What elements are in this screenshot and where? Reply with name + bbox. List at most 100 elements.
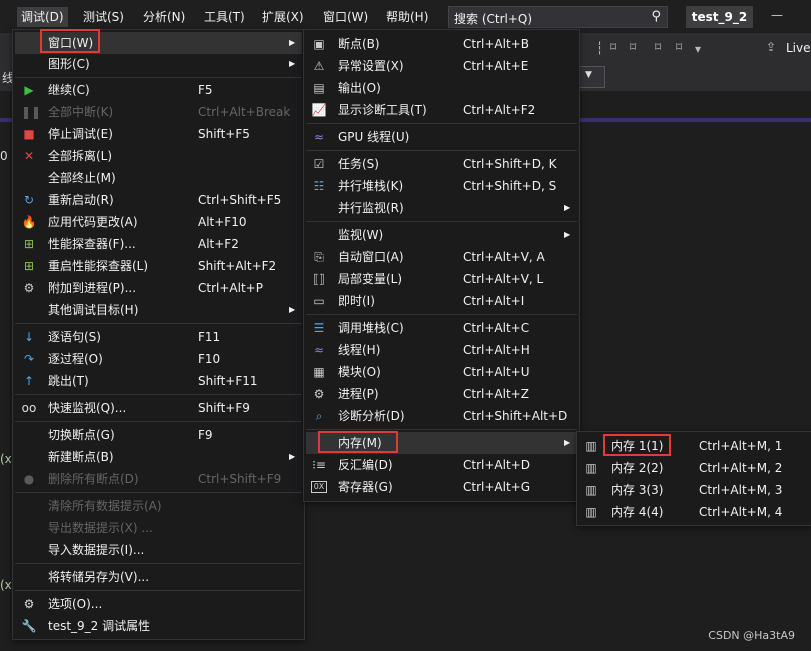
menu-item-debug-properties[interactable]: 🔧 test_9_2 调试属性: [15, 615, 302, 637]
gear-icon: ⚙: [23, 597, 35, 611]
menu-item-delete-breakpoints[interactable]: ● 删除所有断点(D) Ctrl+Shift+F9: [15, 468, 302, 490]
menu-item-memory-3[interactable]: ▥ 内存 3(3) Ctrl+Alt+M, 3: [579, 479, 810, 501]
menu-item-label: 并行堆栈(K): [338, 179, 404, 193]
bookmark-clear-icon[interactable]: ⌑: [676, 40, 682, 54]
menu-item-options[interactable]: ⚙ 选项(O)...: [15, 593, 302, 615]
menu-item-step-into[interactable]: ↓ 逐语句(S) F11: [15, 326, 302, 348]
menu-item-break-all[interactable]: ❚❚ 全部中断(K) Ctrl+Alt+Break: [15, 101, 302, 123]
menu-item-shortcut: Ctrl+Alt+U: [463, 365, 530, 379]
menu-item-detach-all[interactable]: ✕ 全部拆离(L): [15, 145, 302, 167]
breakpoints-window-icon: ▣: [313, 37, 325, 51]
disassembly-icon: ⁝≡: [312, 458, 326, 472]
processes-icon: ⚙: [313, 387, 325, 401]
menu-item-label: 清除所有数据提示(A): [48, 499, 162, 513]
menu-item-apply-code[interactable]: 🔥 应用代码更改(A) Alt+F10: [15, 211, 302, 233]
menu-item-shortcut: Ctrl+Alt+F2: [463, 103, 536, 117]
menu-help[interactable]: 帮助(H): [386, 8, 428, 26]
autos-icon: ⎘: [314, 250, 324, 264]
menu-item-shortcut: Ctrl+Shift+F5: [198, 193, 282, 207]
menu-item-label: 诊断分析(D): [338, 409, 405, 423]
threads-icon: ≈: [313, 343, 325, 357]
liveshare-icon[interactable]: ⇪: [766, 40, 776, 54]
menu-item-breakpoints[interactable]: ▣ 断点(B) Ctrl+Alt+B: [306, 33, 577, 55]
menu-item-threads[interactable]: ≈ 线程(H) Ctrl+Alt+H: [306, 339, 577, 361]
menu-item-label: 全部中断(K): [48, 105, 114, 119]
play-icon: ▶: [24, 83, 34, 97]
menu-item-watch[interactable]: 监视(W) ▶: [306, 224, 577, 246]
solution-name[interactable]: test_9_2: [686, 6, 753, 28]
menu-item-label: 图形(C): [48, 57, 90, 71]
minimize-icon[interactable]: —: [771, 8, 783, 22]
menu-item-memory-4[interactable]: ▥ 内存 4(4) Ctrl+Alt+M, 4: [579, 501, 810, 523]
menu-item-processes[interactable]: ⚙ 进程(P) Ctrl+Alt+Z: [306, 383, 577, 405]
menu-item-attach[interactable]: ⚙ 附加到进程(P)... Ctrl+Alt+P: [15, 277, 302, 299]
menu-item-new-breakpoint[interactable]: 新建断点(B) ▶: [15, 446, 302, 468]
liveshare-label[interactable]: Live: [786, 41, 811, 55]
menu-item-output[interactable]: ▤ 输出(O): [306, 77, 577, 99]
menu-item-save-dump[interactable]: 将转储另存为(V)...: [15, 566, 302, 588]
menu-item-relaunch-profiler[interactable]: ⊞ 重启性能探查器(L) Shift+Alt+F2: [15, 255, 302, 277]
menu-item-exception-settings[interactable]: ⚠ 异常设置(X) Ctrl+Alt+E: [306, 55, 577, 77]
bookmark-next-icon[interactable]: ⌑: [655, 40, 661, 54]
menu-analyze[interactable]: 分析(N): [143, 8, 185, 26]
menu-item-label: GPU 线程(U): [338, 130, 410, 144]
menu-item-shortcut: Shift+F11: [198, 374, 258, 388]
menu-item-other-targets[interactable]: 其他调试目标(H) ▶: [15, 299, 302, 321]
menu-item-parallel-stacks[interactable]: ☷ 并行堆栈(K) Ctrl+Shift+D, S: [306, 175, 577, 197]
menu-item-diagnostic-tools[interactable]: 📈 显示诊断工具(T) Ctrl+Alt+F2: [306, 99, 577, 121]
glasses-icon: oo: [21, 401, 37, 415]
menu-item-call-stack[interactable]: ☰ 调用堆栈(C) Ctrl+Alt+C: [306, 317, 577, 339]
menu-item-export-datatips[interactable]: 导出数据提示(X) ...: [15, 517, 302, 539]
bookmark-prev-icon[interactable]: ⌑: [630, 40, 636, 54]
menu-item-shortcut: Alt+F10: [198, 215, 247, 229]
menu-test[interactable]: 测试(S): [83, 8, 124, 26]
bookmark-icon[interactable]: ⌑: [610, 40, 616, 54]
submenu-arrow-icon: ▶: [289, 59, 296, 68]
menu-item-gpu-threads[interactable]: ≈ GPU 线程(U): [306, 126, 577, 148]
menu-item-label: 导出数据提示(X) ...: [48, 521, 153, 535]
menu-item-stop[interactable]: ■ 停止调试(E) Shift+F5: [15, 123, 302, 145]
menu-item-tasks[interactable]: ☑ 任务(S) Ctrl+Shift+D, K: [306, 153, 577, 175]
menu-debug[interactable]: 调试(D): [17, 7, 68, 27]
menu-item-label: 模块(O): [338, 365, 381, 379]
detach-icon: ✕: [23, 149, 35, 163]
menu-extensions[interactable]: 扩展(X): [262, 8, 304, 26]
submenu-arrow-icon: ▶: [289, 38, 296, 47]
immediate-icon: ▭: [313, 294, 325, 308]
menu-window[interactable]: 窗口(W): [323, 8, 368, 26]
menu-item-autos[interactable]: ⎘ 自动窗口(A) Ctrl+Alt+V, A: [306, 246, 577, 268]
wrench-icon: 🔧: [21, 619, 37, 633]
menu-item-import-datatips[interactable]: 导入数据提示(I)...: [15, 539, 302, 561]
menu-item-parallel-watch[interactable]: 并行监视(R) ▶: [306, 197, 577, 219]
toolbar-overflow-icon[interactable]: ▾: [695, 42, 701, 56]
menu-item-restart[interactable]: ↻ 重新启动(R) Ctrl+Shift+F5: [15, 189, 302, 211]
menu-tools[interactable]: 工具(T): [204, 8, 245, 26]
menu-item-toggle-breakpoint[interactable]: 切换断点(G) F9: [15, 424, 302, 446]
menu-item-step-out[interactable]: ↑ 跳出(T) Shift+F11: [15, 370, 302, 392]
menu-item-locals[interactable]: ⟦⟧ 局部变量(L) Ctrl+Alt+V, L: [306, 268, 577, 290]
submenu-arrow-icon: ▶: [564, 230, 571, 239]
menu-item-shortcut: F5: [198, 83, 213, 97]
menu-item-disassembly[interactable]: ⁝≡ 反汇编(D) Ctrl+Alt+D: [306, 454, 577, 476]
registers-icon: 0X: [311, 481, 327, 493]
menu-item-label: 导入数据提示(I)...: [48, 543, 145, 557]
menu-item-label: 显示诊断工具(T): [338, 103, 427, 117]
menu-item-graphics[interactable]: 图形(C) ▶: [15, 53, 302, 75]
menu-item-clear-datatips[interactable]: 清除所有数据提示(A): [15, 495, 302, 517]
menu-item-shortcut: Ctrl+Alt+M, 3: [699, 483, 783, 497]
menu-item-terminate-all[interactable]: 全部终止(M): [15, 167, 302, 189]
menu-item-modules[interactable]: ▦ 模块(O) Ctrl+Alt+U: [306, 361, 577, 383]
menu-item-label: 内存 2(2): [611, 461, 664, 475]
step-over-icon: ↷: [23, 352, 35, 366]
menu-item-diagnostic-analysis[interactable]: ⌕ 诊断分析(D) Ctrl+Shift+Alt+D: [306, 405, 577, 427]
menu-item-profiler[interactable]: ⊞ 性能探查器(F)... Alt+F2: [15, 233, 302, 255]
search-box[interactable]: 搜索 (Ctrl+Q) ⚲: [448, 6, 668, 28]
menu-item-step-over[interactable]: ↷ 逐过程(O) F10: [15, 348, 302, 370]
menu-item-memory-2[interactable]: ▥ 内存 2(2) Ctrl+Alt+M, 2: [579, 457, 810, 479]
menu-item-quickwatch[interactable]: oo 快速监视(Q)... Shift+F9: [15, 397, 302, 419]
menu-item-shortcut: Ctrl+Alt+M, 4: [699, 505, 783, 519]
menu-item-registers[interactable]: 0X 寄存器(G) Ctrl+Alt+G: [306, 476, 577, 498]
menu-item-label: 切换断点(G): [48, 428, 115, 442]
menu-item-immediate[interactable]: ▭ 即时(I) Ctrl+Alt+I: [306, 290, 577, 312]
menu-item-continue[interactable]: ▶ 继续(C) F5: [15, 79, 302, 101]
